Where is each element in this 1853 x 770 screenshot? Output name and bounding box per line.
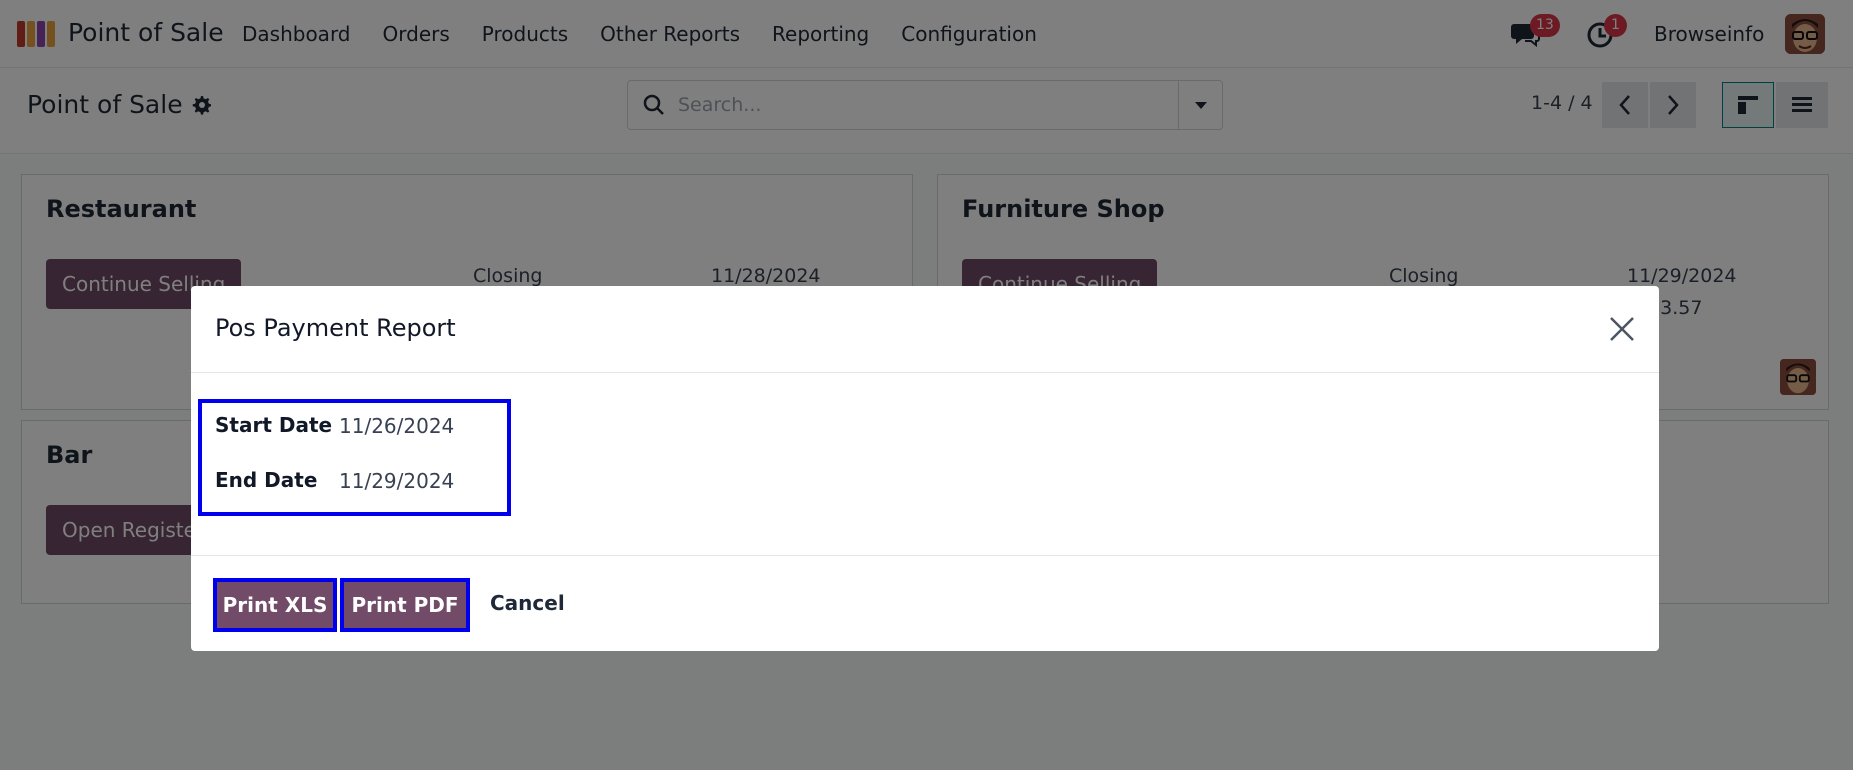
modal-header: Pos Payment Report [191,286,1659,373]
start-date-field[interactable]: 11/26/2024 [339,414,454,438]
pos-payment-report-dialog: Pos Payment Report Start Date 11/26/2024… [191,286,1659,651]
print-pdf-button[interactable]: Print PDF [340,578,470,632]
close-icon[interactable] [1607,314,1637,344]
print-xls-button[interactable]: Print XLS [213,578,337,632]
date-range-fields: Start Date 11/26/2024 End Date 11/29/202… [198,399,511,516]
end-date-label: End Date [215,468,318,492]
start-date-label: Start Date [215,413,333,437]
modal-title: Pos Payment Report [215,314,456,342]
modal-body: Start Date 11/26/2024 End Date 11/29/202… [191,373,1659,556]
modal-footer: Print XLS Print PDF Cancel [191,556,1659,651]
cancel-button[interactable]: Cancel [490,591,565,615]
end-date-field[interactable]: 11/29/2024 [339,469,454,493]
